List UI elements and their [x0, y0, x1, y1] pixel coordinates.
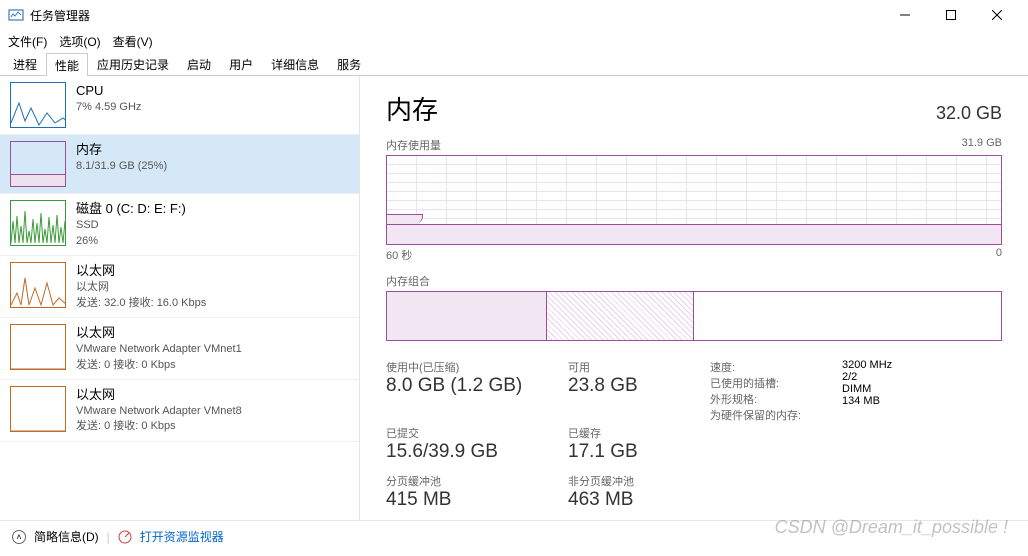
commit-label: 已提交: [386, 425, 556, 441]
chevron-up-icon[interactable]: ˄: [12, 530, 26, 544]
tab-users[interactable]: 用户: [220, 52, 262, 75]
sidebar-item-sub: 以太网: [76, 280, 206, 295]
sidebar-thumb-chart: [10, 324, 66, 370]
inuse-label: 使用中(已压缩): [386, 359, 556, 375]
speed-label: 速度:: [710, 359, 830, 375]
available-label: 可用: [568, 359, 698, 375]
sidebar-item-title: 以太网: [76, 324, 242, 342]
fewer-details-link[interactable]: 简略信息(D): [34, 528, 99, 545]
sidebar-item-0[interactable]: CPU7% 4.59 GHz: [0, 76, 359, 135]
cached-value: 17.1 GB: [568, 441, 698, 463]
memory-usage-chart: [386, 155, 1002, 245]
memory-capacity: 32.0 GB: [936, 103, 1002, 124]
sidebar-item-sub2: 26%: [76, 234, 186, 249]
sidebar-item-sub: SSD: [76, 218, 186, 233]
form-label: 外形规格:: [710, 391, 830, 407]
sidebar-thumb-chart: [10, 262, 66, 308]
main-panel: 内存 32.0 GB 内存使用量 31.9 GB 60 秒 0 内存组合 使用中(已…: [360, 76, 1028, 520]
page-title: 内存: [386, 90, 438, 127]
axis-right: 0: [996, 247, 1002, 263]
window-title: 任务管理器: [30, 7, 882, 24]
sidebar-item-sub: VMware Network Adapter VMnet1: [76, 342, 242, 357]
sidebar-item-sub2: 发送: 32.0 接收: 16.0 Kbps: [76, 296, 206, 311]
form-value: DIMM: [842, 383, 1002, 395]
menu-view[interactable]: 查看(V): [113, 33, 153, 50]
sidebar-item-title: 以太网: [76, 262, 206, 280]
nonpaged-label: 非分页缓冲池: [568, 473, 698, 489]
composition-label: 内存组合: [386, 273, 430, 289]
slots-value: 2/2: [842, 371, 1002, 383]
speed-value: 3200 MHz: [842, 359, 1002, 371]
cached-label: 已缓存: [568, 425, 698, 441]
sidebar-item-sub2: 发送: 0 接收: 0 Kbps: [76, 358, 242, 373]
paged-label: 分页缓冲池: [386, 473, 556, 489]
tab-startup[interactable]: 启动: [178, 52, 220, 75]
sidebar: CPU7% 4.59 GHz内存8.1/31.9 GB (25%)磁盘 0 (C…: [0, 76, 360, 520]
open-resmon-link[interactable]: 打开资源监视器: [140, 528, 224, 545]
tab-details[interactable]: 详细信息: [262, 52, 328, 75]
app-icon: [8, 7, 24, 23]
inuse-value: 8.0 GB (1.2 GB): [386, 375, 556, 397]
sidebar-item-title: 磁盘 0 (C: D: E: F:): [76, 200, 186, 218]
tab-apphistory[interactable]: 应用历史记录: [88, 52, 178, 75]
sidebar-item-sub: VMware Network Adapter VMnet8: [76, 404, 242, 419]
sidebar-item-title: 内存: [76, 141, 167, 159]
slots-label: 已使用的插槽:: [710, 375, 830, 391]
menu-file[interactable]: 文件(F): [8, 33, 47, 50]
minimize-button[interactable]: [882, 0, 928, 30]
sidebar-thumb-chart: [10, 141, 66, 187]
paged-value: 415 MB: [386, 489, 556, 511]
sidebar-item-sub2: 发送: 0 接收: 0 Kbps: [76, 419, 242, 434]
sidebar-item-sub: 8.1/31.9 GB (25%): [76, 159, 167, 174]
menu-options[interactable]: 选项(O): [59, 33, 100, 50]
reserved-label: 为硬件保留的内存:: [710, 407, 830, 423]
sidebar-item-5[interactable]: 以太网VMware Network Adapter VMnet8发送: 0 接收…: [0, 380, 359, 442]
tab-services[interactable]: 服务: [328, 52, 370, 75]
usage-chart-label: 内存使用量: [386, 137, 441, 153]
tab-performance[interactable]: 性能: [46, 53, 88, 76]
usage-chart-max: 31.9 GB: [962, 137, 1002, 153]
nonpaged-value: 463 MB: [568, 489, 698, 511]
close-button[interactable]: [974, 0, 1020, 30]
sidebar-item-title: CPU: [76, 82, 141, 100]
sidebar-item-sub: 7% 4.59 GHz: [76, 100, 141, 115]
memory-composition-chart: [386, 291, 1002, 341]
sidebar-thumb-chart: [10, 82, 66, 128]
sidebar-item-2[interactable]: 磁盘 0 (C: D: E: F:)SSD26%: [0, 194, 359, 256]
tab-processes[interactable]: 进程: [4, 52, 46, 75]
sidebar-item-3[interactable]: 以太网以太网发送: 32.0 接收: 16.0 Kbps: [0, 256, 359, 318]
maximize-button[interactable]: [928, 0, 974, 30]
sidebar-item-title: 以太网: [76, 386, 242, 404]
resmon-icon: [118, 530, 132, 544]
available-value: 23.8 GB: [568, 375, 698, 397]
footer: ˄ 简略信息(D) | 打开资源监视器: [0, 520, 1028, 552]
reserved-value: 134 MB: [842, 395, 1002, 407]
titlebar: 任务管理器: [0, 0, 1028, 30]
commit-value: 15.6/39.9 GB: [386, 441, 556, 463]
tabbar: 进程 性能 应用历史记录 启动 用户 详细信息 服务: [0, 52, 1028, 76]
sidebar-item-4[interactable]: 以太网VMware Network Adapter VMnet1发送: 0 接收…: [0, 318, 359, 380]
sidebar-thumb-chart: [10, 200, 66, 246]
axis-left: 60 秒: [386, 247, 412, 263]
sidebar-thumb-chart: [10, 386, 66, 432]
sidebar-item-1[interactable]: 内存8.1/31.9 GB (25%): [0, 135, 359, 194]
menubar: 文件(F) 选项(O) 查看(V): [0, 30, 1028, 52]
